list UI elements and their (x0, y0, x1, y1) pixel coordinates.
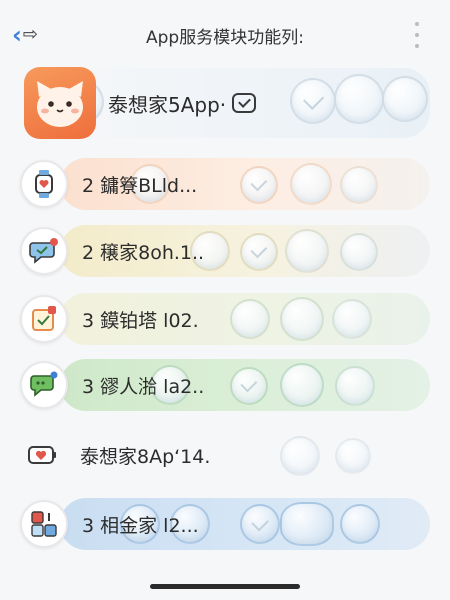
watch-check-icon (232, 93, 257, 113)
module-row[interactable]: 3 鏌铂塔 l02. (20, 293, 430, 345)
dot (415, 22, 419, 26)
module-label: 3 豂人湁 la2.. (82, 375, 205, 398)
app-name: 泰想家5App· (108, 92, 227, 117)
blocks-icon (20, 500, 68, 548)
module-row[interactable]: 3 豂人湁 la2.. (20, 359, 430, 411)
module-row[interactable]: 3 相金家 l2... (20, 498, 430, 550)
module-row[interactable]: 2 鏞簝BLld... (20, 158, 430, 210)
top-bar: ‹ ⇨ App服务模块功能列: (0, 0, 450, 62)
module-row[interactable]: 泰想家8Ap‘14. (20, 430, 430, 480)
dot (415, 33, 419, 37)
dot (415, 44, 419, 48)
battery-heart-icon (26, 443, 60, 467)
more-options-button[interactable] (412, 22, 422, 48)
watch-heart-icon (20, 160, 68, 208)
chat-check-icon (20, 227, 68, 275)
module-row[interactable]: 2 穣家8oh.1.. (20, 225, 430, 277)
module-label: 泰想家8Ap‘14. (80, 445, 211, 468)
module-label: 3 鏌铂塔 l02. (82, 309, 199, 332)
module-label: 3 相金家 l2... (82, 514, 199, 537)
page-title: App服务模块功能列: (146, 28, 304, 48)
calendar-check-icon (20, 295, 68, 343)
module-label: 2 穣家8oh.1.. (82, 241, 205, 264)
module-label: 2 鏞簝BLld... (82, 174, 198, 197)
app-header-row[interactable]: 泰想家5App· (20, 67, 430, 139)
cat-face-logo-icon (24, 67, 96, 139)
chat-bubble-icon (20, 361, 68, 409)
home-indicator[interactable] (150, 584, 300, 589)
